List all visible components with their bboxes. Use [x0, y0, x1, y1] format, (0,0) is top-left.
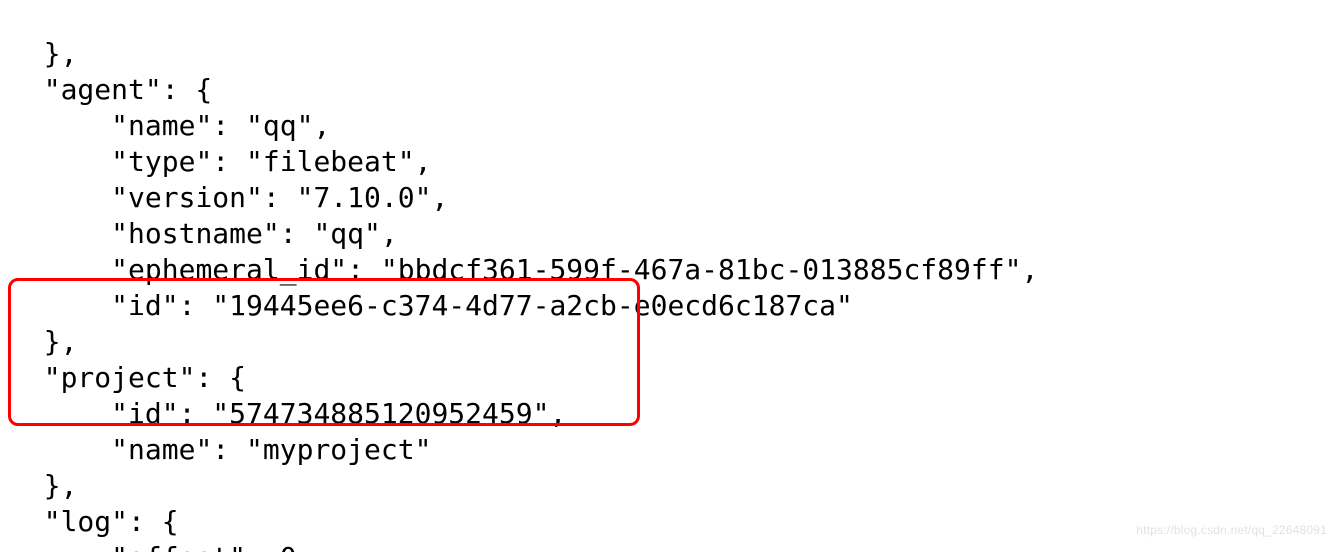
watermark-text: https://blog.csdn.net/qq_22648091 [1136, 512, 1327, 548]
code-line: "project": { [10, 361, 246, 394]
code-line: "id": "574734885120952459", [10, 397, 566, 430]
code-line: "hostname": "qq", [10, 217, 398, 250]
code-line: "type": "filebeat", [10, 145, 431, 178]
code-line: }, [10, 37, 77, 70]
code-line: "name": "myproject" [10, 433, 431, 466]
code-line: "version": "7.10.0", [10, 181, 448, 214]
code-line: }, [10, 325, 77, 358]
code-line: }, [10, 469, 77, 502]
code-line: "name": "qq", [10, 109, 330, 142]
code-line: "log": { [10, 505, 179, 538]
code-line: "ephemeral_id": "bbdcf361-599f-467a-81bc… [10, 253, 1038, 286]
json-code-block: }, "agent": { "name": "qq", "type": "fil… [0, 0, 1333, 552]
code-line: "id": "19445ee6-c374-4d77-a2cb-e0ecd6c18… [10, 289, 853, 322]
code-line: "agent": { [10, 73, 212, 106]
code-line: "offset": 0, [10, 541, 313, 552]
